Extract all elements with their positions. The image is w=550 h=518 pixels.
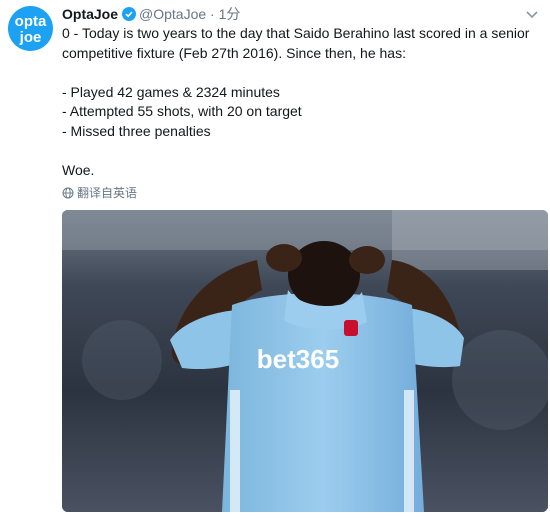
tweet-line: - Attempted 55 shots, with 20 on target: [62, 103, 302, 119]
timestamp[interactable]: 1分: [219, 6, 241, 22]
display-name[interactable]: OptaJoe: [62, 6, 118, 22]
separator: ·: [210, 6, 215, 22]
verified-badge-icon: [122, 7, 137, 21]
tweet-line: - Played 42 games & 2324 minutes: [62, 83, 280, 100]
tweet-photo[interactable]: bet365: [62, 210, 548, 512]
avatar[interactable]: opta joe: [8, 6, 53, 51]
translate-label: 翻译自英语: [77, 186, 138, 200]
tweet-text: 0 - Today is two years to the day that S…: [62, 24, 542, 180]
shirt-sponsor: bet365: [257, 344, 339, 374]
avatar-text-opta: opta: [14, 13, 47, 30]
translate-link[interactable]: 翻译自英语: [62, 184, 137, 201]
tweet-header: OptaJoe @OptaJoe · 1分: [62, 5, 240, 23]
tweet-line: 0 - Today is two years to the day that S…: [62, 25, 530, 61]
photo-scene: bet365: [62, 210, 548, 512]
tweet-line: - Missed three penalties: [62, 122, 211, 139]
handle[interactable]: @OptaJoe: [139, 6, 206, 22]
globe-icon: [62, 187, 74, 199]
avatar-text-joe: joe: [19, 29, 42, 46]
chevron-down-icon[interactable]: [524, 6, 540, 22]
tweet-line: Woe.: [62, 161, 95, 178]
